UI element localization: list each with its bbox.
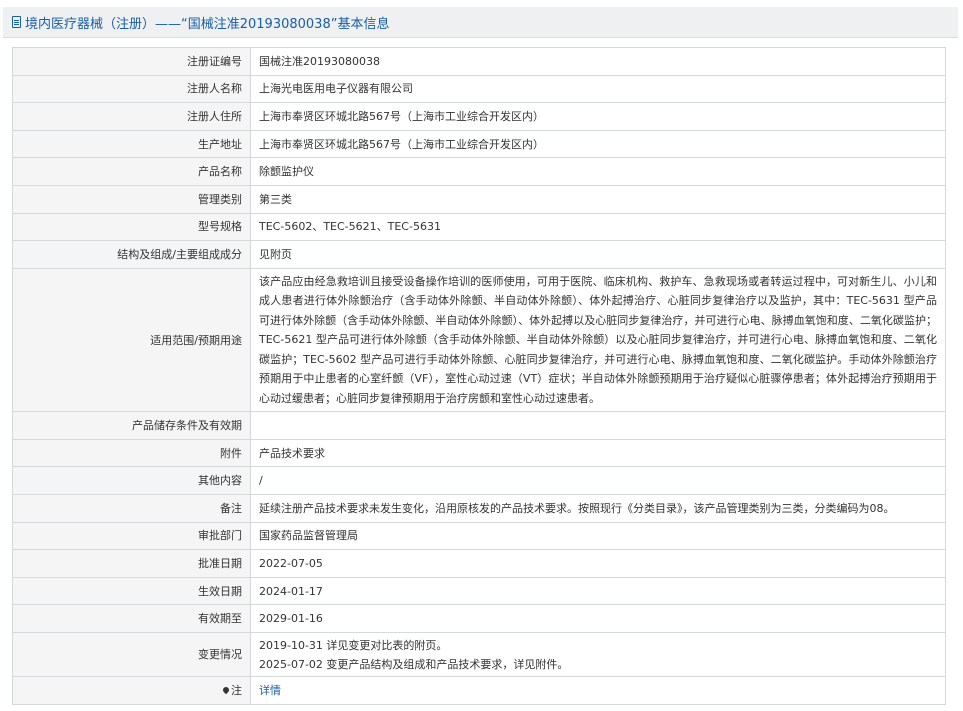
- row-value: 国械注准20193080038: [250, 47, 946, 76]
- row-value: 第三类: [250, 184, 946, 214]
- row-value: 产品技术要求: [250, 438, 946, 468]
- row-label: 有效期至: [12, 604, 251, 633]
- info-table-body: 注册证编号 国械注准20193080038 注册人名称 上海光电医用电子仪器有限…: [12, 47, 946, 705]
- row-label: 其他内容: [12, 466, 251, 496]
- note-label-cell: 注: [12, 676, 251, 705]
- row-label: 产品储存条件及有效期: [12, 411, 251, 440]
- table-row: 备注 延续注册产品技术要求未发生变化，沿用原核发的产品技术要求。按照现行《分类目…: [12, 494, 946, 523]
- row-label: 适用范围/预期用途: [12, 267, 251, 413]
- note-value: 详情: [250, 676, 946, 705]
- row-label: 结构及组成/主要组成成分: [12, 240, 251, 269]
- table-row: 型号规格 TEC-5602、TEC-5621、TEC-5631: [12, 212, 946, 242]
- row-value: 上海光电医用电子仪器有限公司: [250, 74, 946, 104]
- table-row: 注册证编号 国械注准20193080038: [12, 47, 946, 76]
- change-entry: 2025-07-02 变更产品结构及组成和产品技术要求，详见附件。: [259, 657, 569, 671]
- details-link[interactable]: 详情: [259, 684, 281, 697]
- row-label: 注册证编号: [12, 47, 251, 76]
- row-label: 注册人名称: [12, 74, 251, 104]
- table-row: 产品储存条件及有效期: [12, 411, 946, 440]
- row-value: 见附页: [250, 240, 946, 269]
- note-label: 注: [231, 683, 242, 697]
- table-row: 注册人名称 上海光电医用电子仪器有限公司: [12, 74, 946, 104]
- table-row: 批准日期 2022-07-05: [12, 549, 946, 578]
- pin-icon: [221, 685, 231, 695]
- row-label: 生产地址: [12, 129, 251, 159]
- table-row: 适用范围/预期用途 该产品应由经急救培训且接受设备操作培训的医师使用，可用于医院…: [12, 267, 946, 413]
- row-value: TEC-5602、TEC-5621、TEC-5631: [250, 212, 946, 242]
- table-row: 其他内容 /: [12, 466, 946, 496]
- row-label: 型号规格: [12, 212, 251, 242]
- row-label: 产品名称: [12, 157, 251, 186]
- row-label: 审批部门: [12, 521, 251, 551]
- table-row: 审批部门 国家药品监督管理局: [12, 521, 946, 551]
- row-value: 2029-01-16: [250, 604, 946, 633]
- row-label: 注册人住所: [12, 102, 251, 131]
- row-value: 国家药品监督管理局: [250, 521, 946, 551]
- page-title: 境内医疗器械（注册）——“国械注准20193080038”基本信息: [25, 16, 390, 32]
- row-value: 2024-01-17: [250, 576, 946, 606]
- info-table: 注册证编号 国械注准20193080038 注册人名称 上海光电医用电子仪器有限…: [12, 47, 946, 705]
- row-label: 附件: [12, 438, 251, 468]
- row-value: 除颤监护仪: [250, 157, 946, 186]
- table-row-note: 注 详情: [12, 676, 946, 705]
- table-row: 生产地址 上海市奉贤区环城北路567号（上海市工业综合开发区内）: [12, 129, 946, 159]
- table-row: 有效期至 2029-01-16: [12, 604, 946, 633]
- table-row: 生效日期 2024-01-17: [12, 576, 946, 606]
- change-value: 2019-10-31 详见变更对比表的附页。 2025-07-02 变更产品结构…: [250, 632, 946, 677]
- row-value: 延续注册产品技术要求未发生变化，沿用原核发的产品技术要求。按照现行《分类目录》，…: [250, 494, 946, 523]
- page: 境内医疗器械（注册）——“国械注准20193080038”基本信息 注册证编号 …: [0, 0, 963, 711]
- row-value: [250, 411, 946, 440]
- row-label: 生效日期: [12, 576, 251, 606]
- document-icon: [12, 16, 21, 28]
- row-value: 上海市奉贤区环城北路567号（上海市工业综合开发区内）: [250, 102, 946, 131]
- table-row: 结构及组成/主要组成成分 见附页: [12, 240, 946, 269]
- row-label: 批准日期: [12, 549, 251, 578]
- row-value: /: [250, 466, 946, 496]
- table-row: 管理类别 第三类: [12, 184, 946, 214]
- page-header: 境内医疗器械（注册）——“国械注准20193080038”基本信息: [3, 7, 958, 38]
- table-row: 附件 产品技术要求: [12, 438, 946, 468]
- row-value: 上海市奉贤区环城北路567号（上海市工业综合开发区内）: [250, 129, 946, 159]
- change-label: 变更情况: [12, 632, 251, 677]
- row-label: 备注: [12, 494, 251, 523]
- table-row-change: 变更情况 2019-10-31 详见变更对比表的附页。 2025-07-02 变…: [12, 632, 946, 677]
- row-value: 2022-07-05: [250, 549, 946, 578]
- table-row: 注册人住所 上海市奉贤区环城北路567号（上海市工业综合开发区内）: [12, 102, 946, 131]
- row-value: 该产品应由经急救培训且接受设备操作培训的医师使用，可用于医院、临床机构、救护车、…: [250, 267, 946, 413]
- table-row: 产品名称 除颤监护仪: [12, 157, 946, 186]
- change-entry: 2019-10-31 详见变更对比表的附页。: [259, 638, 448, 652]
- row-label: 管理类别: [12, 184, 251, 214]
